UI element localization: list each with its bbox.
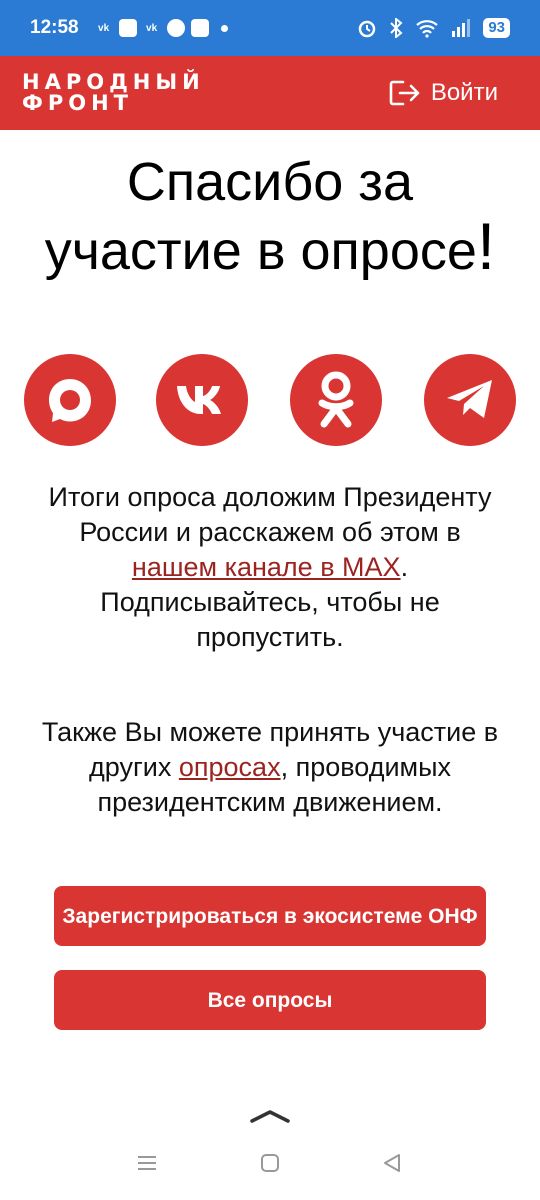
telegram-link[interactable] (424, 354, 516, 446)
logo-line-2: ФРОНТ (22, 91, 133, 115)
status-bar: 12:58 vk vk 93 (0, 0, 540, 56)
app-notification-icon (118, 19, 137, 37)
gesture-up-icon[interactable] (250, 1108, 290, 1124)
app-notification-icon (190, 19, 209, 37)
other-polls-text: Также Вы можете принять участие в других… (41, 717, 499, 817)
wifi-icon (416, 20, 439, 38)
title-line-1: Спасибо за (126, 152, 414, 212)
bluetooth-icon (390, 18, 403, 38)
menu-icon[interactable] (136, 1152, 158, 1174)
more-notifications-icon (220, 24, 228, 32)
system-navigation-bar (0, 1140, 540, 1200)
login-icon (389, 80, 420, 106)
max-icon (49, 379, 91, 422)
social-links (0, 354, 540, 446)
max-link[interactable] (24, 354, 116, 446)
system-icons: 93 (357, 18, 510, 38)
home-icon[interactable] (259, 1152, 281, 1174)
signal-icon (452, 19, 471, 37)
notification-icons: vk vk (95, 19, 228, 37)
login-label: Войти (430, 79, 498, 106)
odnoklassniki-icon (318, 371, 354, 428)
login-button[interactable]: Войти (389, 79, 498, 107)
chat-notification-icon (166, 19, 185, 37)
title-line-2: участие в опросе! (44, 209, 496, 283)
title-exclamation: ! (476, 209, 496, 283)
poll-results-text: Итоги опроса доложим Президенту России и… (48, 482, 492, 652)
page-title: Спасибо за участие в опросе! (0, 150, 540, 283)
vk-link[interactable] (156, 354, 248, 446)
logo-line-1: НАРОДНЫЙ (22, 70, 205, 94)
polls-link[interactable]: опросах (179, 752, 281, 782)
max-channel-link[interactable]: нашем канале в MAX (132, 552, 401, 582)
logo[interactable]: НАРОДНЫЙ ФРОНТ (22, 72, 205, 114)
alarm-icon (359, 20, 376, 38)
odnoklassniki-link[interactable] (290, 354, 382, 446)
back-icon[interactable] (381, 1152, 403, 1174)
vk-notification-icon: vk (146, 22, 158, 34)
status-time: 12:58 (30, 17, 79, 38)
vk-notification-icon: vk (98, 22, 110, 34)
telegram-icon (447, 380, 492, 418)
battery-indicator: 93 (483, 18, 510, 38)
register-button[interactable]: Зарегистрироваться в экосистеме ОНФ (54, 886, 486, 946)
all-polls-button[interactable]: Все опросы (54, 970, 486, 1030)
vk-icon (177, 386, 221, 414)
site-header: НАРОДНЫЙ ФРОНТ Войти (0, 56, 540, 130)
